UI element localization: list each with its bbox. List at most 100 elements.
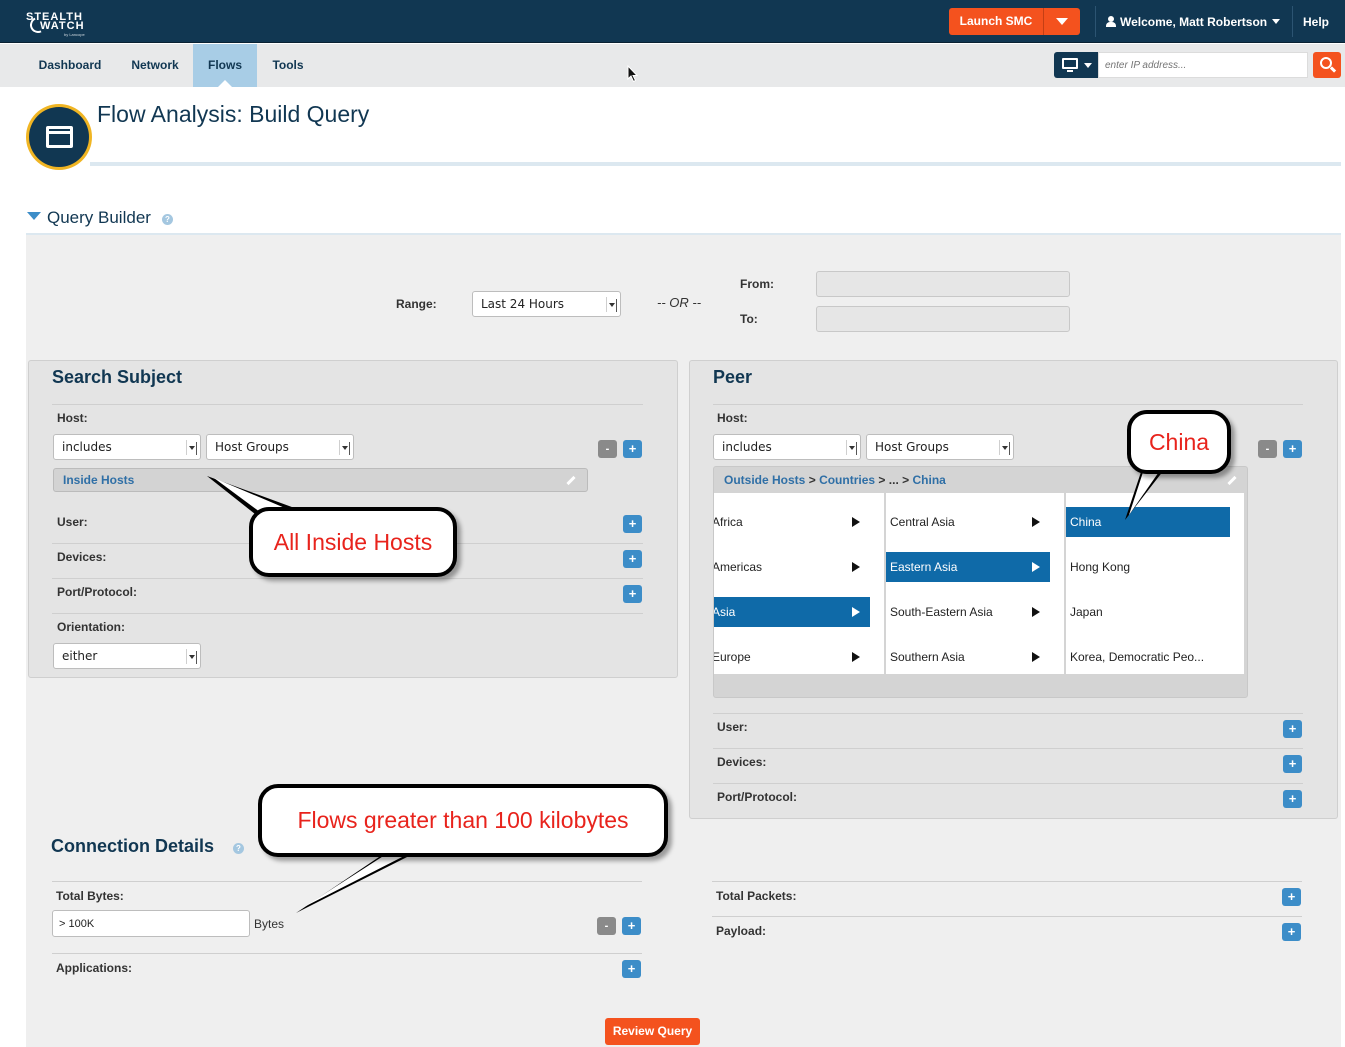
divider: [1292, 6, 1293, 37]
user-menu[interactable]: Welcome, Matt Robertson: [1106, 15, 1281, 29]
tree-item-label: Eastern Asia: [890, 560, 958, 574]
tree-item-label: Americas: [714, 560, 763, 574]
divider: [713, 748, 1303, 749]
peer-host-type-select[interactable]: Host Groups: [866, 434, 1014, 460]
tree-item-label: South-Eastern Asia: [890, 605, 993, 619]
tree-item-asia[interactable]: Asia: [714, 597, 870, 627]
range-select[interactable]: Last 24 Hours: [472, 291, 621, 317]
breadcrumb-countries[interactable]: Countries: [819, 473, 875, 487]
tree-item-korea[interactable]: Korea, Democratic Peo...: [1066, 642, 1242, 672]
chevron-down-icon: [1084, 63, 1092, 68]
tree-item-americas[interactable]: Americas: [714, 552, 870, 582]
tree-item-eastern-asia[interactable]: Eastern Asia: [886, 552, 1050, 582]
host-type-dropdown-button[interactable]: [1054, 52, 1098, 78]
tree-item-label: Africa: [714, 515, 743, 529]
help-icon[interactable]: ?: [162, 214, 173, 225]
tab-network[interactable]: Network: [120, 44, 190, 87]
peer-user-add-button[interactable]: +: [1283, 720, 1302, 738]
bytes-unit-label: Bytes: [254, 917, 285, 931]
subject-host-label: Host:: [57, 411, 88, 425]
subject-user-add-button[interactable]: +: [623, 515, 642, 533]
divider: [713, 404, 1303, 405]
ip-search-button[interactable]: [1313, 52, 1341, 78]
total-bytes-remove-button[interactable]: -: [597, 917, 616, 935]
window-icon: [46, 126, 73, 148]
applications-add-button[interactable]: +: [622, 960, 641, 978]
tab-dashboard[interactable]: Dashboard: [26, 44, 114, 87]
total-packets-add-button[interactable]: +: [1282, 888, 1301, 906]
tree-item-central-asia[interactable]: Central Asia: [886, 507, 1050, 537]
search-icon-handle: [1329, 66, 1337, 73]
review-query-button[interactable]: Review Query: [605, 1018, 700, 1045]
chevron-down-icon: [846, 440, 857, 455]
stealthwatch-logo[interactable]: STEALTH WATCH by Lancope: [26, 9, 102, 37]
peer-host-op-value: includes: [722, 440, 772, 454]
peer-host-op-select[interactable]: includes: [713, 434, 861, 460]
tree-item-south-eastern-asia[interactable]: South-Eastern Asia: [886, 597, 1050, 627]
tree-item-africa[interactable]: Africa: [714, 507, 870, 537]
logo-line2: WATCH: [40, 20, 85, 32]
subject-host-remove-button[interactable]: -: [598, 440, 617, 458]
query-builder-title[interactable]: Query Builder: [47, 208, 151, 228]
help-icon[interactable]: ?: [233, 843, 244, 854]
tree-item-europe[interactable]: Europe: [714, 642, 870, 672]
edit-pencil-icon[interactable]: [1227, 475, 1237, 486]
peer-host-type-value: Host Groups: [875, 440, 949, 454]
launch-smc-dropdown-button[interactable]: [1044, 8, 1080, 35]
peer-port-add-button[interactable]: +: [1283, 790, 1302, 808]
active-tab-notch: [218, 80, 232, 87]
orientation-select[interactable]: either: [53, 643, 201, 669]
chevron-down-icon: [606, 297, 617, 312]
edit-pencil-icon[interactable]: [566, 475, 576, 486]
tree-item-label: Southern Asia: [890, 650, 965, 664]
payload-add-button[interactable]: +: [1282, 923, 1301, 941]
launch-smc-button[interactable]: Launch SMC: [949, 8, 1044, 35]
breadcrumb-china[interactable]: China: [913, 473, 946, 487]
chevron-right-icon: [1032, 517, 1040, 527]
subject-host-type-value: Host Groups: [215, 440, 289, 454]
logo-tagline: by Lancope: [64, 32, 85, 37]
subject-host-type-select[interactable]: Host Groups: [206, 434, 354, 460]
subject-port-add-button[interactable]: +: [623, 585, 642, 603]
tab-flows-label: Flows: [207, 58, 242, 72]
divider: [713, 713, 1303, 714]
orientation-value: either: [62, 649, 98, 663]
help-link[interactable]: Help: [1303, 15, 1329, 29]
subject-host-op-select[interactable]: includes: [53, 434, 201, 460]
tree-item-southern-asia[interactable]: Southern Asia: [886, 642, 1050, 672]
connection-details-title: Connection Details: [51, 836, 215, 856]
subject-host-chip[interactable]: Inside Hosts: [53, 468, 588, 492]
flow-analysis-icon: [26, 104, 92, 170]
tree-column-regions: Africa Americas Asia Europe: [714, 493, 884, 674]
subject-devices-add-button[interactable]: +: [623, 550, 642, 568]
tree-item-hong-kong[interactable]: Hong Kong: [1066, 552, 1230, 582]
collapse-toggle-icon[interactable]: [27, 212, 41, 220]
breadcrumb-outside-hosts[interactable]: Outside Hosts: [724, 473, 805, 487]
peer-host-add-button[interactable]: +: [1283, 440, 1302, 458]
peer-host-label: Host:: [717, 411, 748, 425]
to-date-input[interactable]: [816, 306, 1070, 332]
breadcrumb-ellipsis: ...: [888, 473, 899, 487]
ip-search-input[interactable]: [1098, 52, 1308, 78]
tree-item-japan[interactable]: Japan: [1066, 597, 1230, 627]
payload-label: Payload:: [716, 924, 767, 938]
chevron-right-icon: [1032, 652, 1040, 662]
peer-port-label: Port/Protocol:: [717, 790, 797, 804]
tab-tools[interactable]: Tools: [262, 44, 314, 87]
from-date-input[interactable]: [816, 271, 1070, 297]
subject-host-add-button[interactable]: +: [623, 440, 642, 458]
breadcrumb-separator: >: [878, 473, 886, 487]
tree-column-subregions: Central Asia Eastern Asia South-Eastern …: [886, 493, 1064, 674]
breadcrumb-separator: >: [808, 473, 816, 487]
orientation-label: Orientation:: [57, 620, 125, 634]
chevron-right-icon: [852, 652, 860, 662]
to-label: To:: [740, 312, 758, 326]
tab-flows[interactable]: Flows: [193, 44, 257, 87]
total-packets-label: Total Packets:: [716, 889, 797, 903]
peer-host-remove-button[interactable]: -: [1258, 440, 1277, 458]
divider: [52, 953, 642, 954]
total-bytes-add-button[interactable]: +: [622, 917, 641, 935]
peer-devices-add-button[interactable]: +: [1283, 755, 1302, 773]
welcome-text: Welcome, Matt Robertson: [1120, 15, 1268, 29]
total-bytes-input[interactable]: [52, 910, 250, 937]
